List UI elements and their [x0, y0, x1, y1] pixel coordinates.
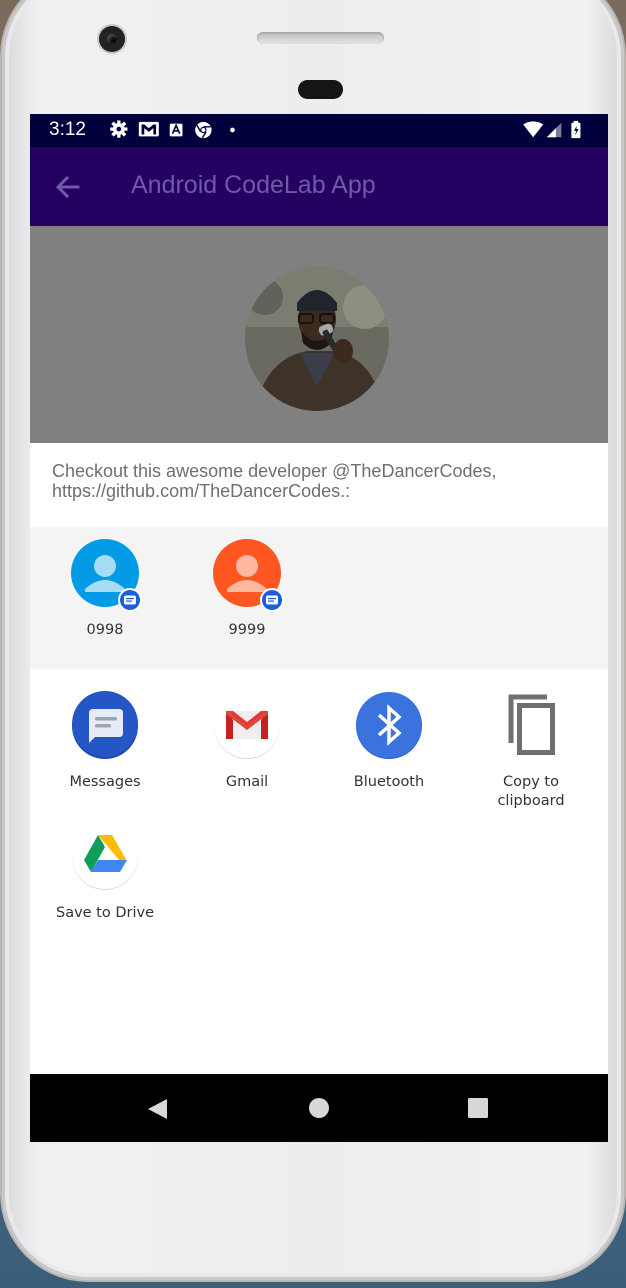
contact-label: 0998	[86, 622, 124, 638]
earpiece-speaker	[257, 32, 384, 44]
back-nav-icon[interactable]	[147, 1098, 169, 1120]
front-camera	[99, 26, 125, 52]
chrome-notification-icon	[195, 121, 212, 139]
translate-notification-icon	[169, 123, 183, 137]
app-label: Gmail	[225, 774, 269, 790]
more-notifications-dot	[230, 127, 235, 133]
profile-avatar	[245, 267, 389, 411]
gmail-icon	[214, 692, 280, 759]
gmail-notification-icon	[138, 121, 159, 137]
messages-badge-icon	[260, 588, 284, 612]
share-target-gmail[interactable]: Gmail	[176, 691, 318, 792]
contact-label: 9999	[228, 622, 266, 638]
bluetooth-icon	[356, 692, 422, 759]
direct-share-contact-0998[interactable]: 0998	[34, 539, 176, 640]
app-title: Android CodeLab App	[131, 171, 376, 199]
direct-share-row: 0998 9999	[30, 527, 608, 669]
app-label: Save to Drive	[55, 905, 155, 921]
app-label: Messages	[69, 774, 141, 790]
recents-nav-icon[interactable]	[468, 1098, 488, 1118]
share-target-bluetooth[interactable]: Bluetooth	[318, 691, 460, 792]
home-nav-icon[interactable]	[308, 1097, 330, 1119]
share-target-save-to-drive[interactable]: Save to Drive	[34, 822, 176, 923]
share-sheet: Checkout this awesome developer @TheDanc…	[30, 443, 608, 1074]
share-target-messages[interactable]: Messages	[34, 691, 176, 792]
status-time: 3:12	[49, 119, 86, 140]
app-label: Bluetooth	[353, 774, 425, 790]
notification-icons	[110, 120, 235, 139]
copy-icon	[508, 694, 555, 755]
messages-icon	[72, 691, 138, 759]
navigation-bar	[30, 1074, 608, 1142]
profile-header	[30, 226, 608, 443]
phone-screen: 3:12 Android CodeLab App Checkout this a…	[30, 114, 608, 1142]
direct-share-contact-9999[interactable]: 9999	[176, 539, 318, 640]
back-arrow-icon[interactable]	[54, 173, 82, 201]
settings-icon	[110, 120, 128, 138]
app-bar: Android CodeLab App	[30, 147, 608, 226]
wifi-icon	[523, 121, 544, 138]
app-label: Copy to clipboard	[497, 774, 565, 809]
proximity-sensor	[298, 80, 343, 99]
drive-icon	[72, 823, 138, 890]
share-target-copy-to-clipboard[interactable]: Copy to clipboard	[460, 691, 602, 811]
system-status-icons	[523, 120, 581, 139]
share-message-text: Checkout this awesome developer @TheDanc…	[52, 461, 497, 501]
messages-badge-icon	[118, 588, 142, 612]
status-bar: 3:12	[30, 114, 608, 147]
